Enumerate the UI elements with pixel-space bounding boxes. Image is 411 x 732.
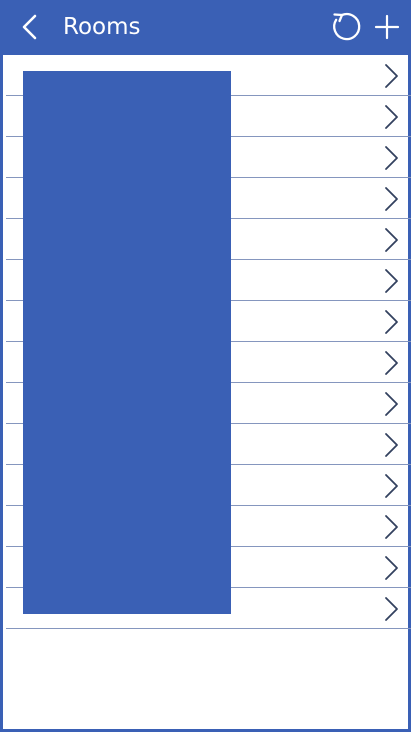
- add-button[interactable]: [369, 9, 405, 45]
- app-frame: Rooms: [0, 0, 411, 732]
- page-title: Rooms: [63, 14, 141, 40]
- chevron-right-icon: [385, 392, 398, 416]
- chevron-right-icon: [385, 64, 398, 88]
- refresh-button[interactable]: [325, 9, 361, 45]
- chevron-right-icon: [385, 105, 398, 129]
- back-button[interactable]: [13, 10, 47, 44]
- chevron-right-icon: [385, 351, 398, 375]
- chevron-right-icon: [385, 228, 398, 252]
- refresh-icon: [333, 12, 361, 41]
- chevron-right-icon: [385, 597, 398, 621]
- chevron-right-icon: [385, 474, 398, 498]
- chevron-right-icon: [385, 515, 398, 539]
- chevron-right-icon: [385, 269, 398, 293]
- chevron-right-icon: [385, 187, 398, 211]
- plus-icon: [374, 14, 400, 40]
- chevron-right-icon: [385, 146, 398, 170]
- chevron-right-icon: [385, 310, 398, 334]
- chevron-right-icon: [385, 556, 398, 580]
- redacted-block: [23, 71, 231, 614]
- chevron-right-icon: [385, 433, 398, 457]
- chevron-left-icon: [22, 14, 37, 40]
- header-bar: Rooms: [3, 0, 411, 55]
